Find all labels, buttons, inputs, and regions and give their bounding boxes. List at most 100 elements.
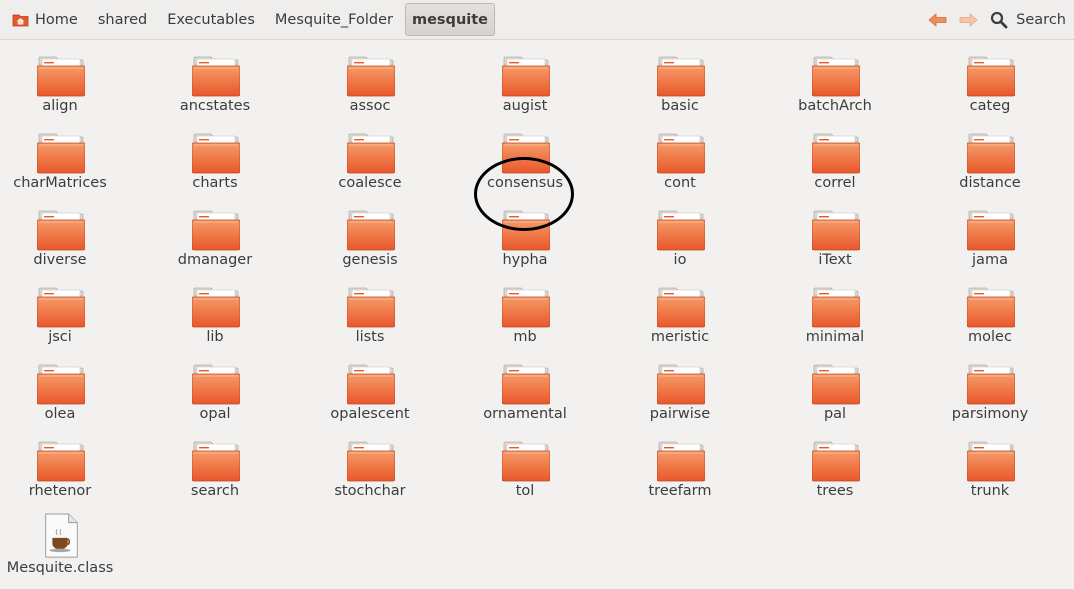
folder-item[interactable]: trees xyxy=(770,426,900,502)
folder-item[interactable]: rhetenor xyxy=(0,426,125,502)
folder-icon xyxy=(192,56,240,97)
folder-item[interactable]: batchArch xyxy=(770,41,900,117)
folder-item[interactable]: iText xyxy=(770,195,900,271)
folder-item[interactable]: hypha xyxy=(460,195,590,271)
folder-item[interactable]: pairwise xyxy=(615,349,745,425)
folder-icon xyxy=(502,364,550,405)
file-item[interactable]: Mesquite.class xyxy=(0,503,125,579)
folder-icon xyxy=(192,441,240,482)
item-label: meristic xyxy=(650,329,710,345)
item-label: ancstates xyxy=(179,98,251,114)
folder-icon xyxy=(502,210,550,251)
breadcrumb-mesquite[interactable]: mesquite xyxy=(404,3,495,36)
folder-item[interactable]: align xyxy=(0,41,125,117)
folder-item[interactable]: pal xyxy=(770,349,900,425)
folder-item[interactable]: search xyxy=(150,426,280,502)
item-label: opalescent xyxy=(330,406,410,422)
folder-item[interactable]: genesis xyxy=(305,195,435,271)
folder-item[interactable]: mb xyxy=(460,272,590,348)
item-label: jama xyxy=(972,252,1008,268)
folder-icon xyxy=(812,56,860,97)
folder-icon xyxy=(37,287,85,328)
folder-item[interactable]: coalesce xyxy=(305,118,435,194)
folder-item[interactable]: opal xyxy=(150,349,280,425)
breadcrumb-mesquite-folder[interactable]: Mesquite_Folder xyxy=(265,3,403,36)
forward-button[interactable] xyxy=(956,8,980,32)
folder-icon xyxy=(657,56,705,97)
item-label: charts xyxy=(192,175,238,191)
item-label: assoc xyxy=(349,98,391,114)
item-label: genesis xyxy=(342,252,398,268)
breadcrumb-executables[interactable]: Executables xyxy=(157,3,265,36)
folder-icon xyxy=(502,441,550,482)
folder-item[interactable]: charts xyxy=(150,118,280,194)
folder-item[interactable]: lib xyxy=(150,272,280,348)
folder-item[interactable]: molec xyxy=(925,272,1055,348)
breadcrumb-shared[interactable]: shared xyxy=(88,3,157,36)
folder-item[interactable]: charMatrices xyxy=(0,118,125,194)
folder-item[interactable]: jama xyxy=(925,195,1055,271)
folder-item[interactable]: lists xyxy=(305,272,435,348)
folder-item[interactable]: trunk xyxy=(925,426,1055,502)
folder-icon xyxy=(967,210,1015,251)
item-label: lists xyxy=(355,329,385,345)
folder-item[interactable]: stochchar xyxy=(305,426,435,502)
breadcrumb-label: Home xyxy=(35,11,78,28)
folder-item[interactable]: jsci xyxy=(0,272,125,348)
item-label: diverse xyxy=(33,252,87,268)
item-label: distance xyxy=(959,175,1021,191)
folder-item[interactable]: dmanager xyxy=(150,195,280,271)
folder-item[interactable]: augist xyxy=(460,41,590,117)
folder-icon xyxy=(812,441,860,482)
folder-item[interactable]: meristic xyxy=(615,272,745,348)
item-label: dmanager xyxy=(177,252,253,268)
item-label: pairwise xyxy=(649,406,711,422)
folder-icon xyxy=(967,287,1015,328)
back-arrow-icon xyxy=(928,12,947,27)
item-label: Mesquite.class xyxy=(6,560,114,576)
item-label: molec xyxy=(968,329,1012,345)
breadcrumb-label: Executables xyxy=(167,11,255,28)
folder-item[interactable]: distance xyxy=(925,118,1055,194)
item-label: opal xyxy=(199,406,231,422)
breadcrumb-home[interactable]: Home xyxy=(8,3,88,36)
folder-item[interactable]: olea xyxy=(0,349,125,425)
folder-icon xyxy=(657,364,705,405)
folder-item[interactable]: treefarm xyxy=(615,426,745,502)
folder-item[interactable]: ornamental xyxy=(460,349,590,425)
folder-item[interactable]: categ xyxy=(925,41,1055,117)
folder-icon xyxy=(812,210,860,251)
search-icon xyxy=(991,11,1008,28)
search-button[interactable]: Search xyxy=(990,11,1066,29)
folder-icon xyxy=(37,364,85,405)
folder-item[interactable]: tol xyxy=(460,426,590,502)
folder-item[interactable]: opalescent xyxy=(305,349,435,425)
folder-item[interactable]: io xyxy=(615,195,745,271)
folder-item[interactable]: ancstates xyxy=(150,41,280,117)
item-label: cont xyxy=(664,175,696,191)
folder-item[interactable]: basic xyxy=(615,41,745,117)
item-label: parsimony xyxy=(951,406,1029,422)
folder-item[interactable]: consensus xyxy=(460,118,590,194)
back-button[interactable] xyxy=(926,8,950,32)
folder-item[interactable]: cont xyxy=(615,118,745,194)
item-label: treefarm xyxy=(648,483,712,499)
folder-item[interactable]: diverse xyxy=(0,195,125,271)
nav-controls: Search xyxy=(926,3,1066,36)
folder-icon xyxy=(37,210,85,251)
breadcrumb-label: shared xyxy=(97,11,148,28)
item-label: io xyxy=(673,252,687,268)
breadcrumb-label: Mesquite_Folder xyxy=(274,11,393,28)
folder-icon xyxy=(37,441,85,482)
folder-item[interactable]: minimal xyxy=(770,272,900,348)
folder-icon xyxy=(502,133,550,174)
item-label: jsci xyxy=(48,329,72,345)
folder-item[interactable]: parsimony xyxy=(925,349,1055,425)
breadcrumb: Home shared Executables Mesquite_Folder … xyxy=(8,3,495,36)
folder-item[interactable]: correl xyxy=(770,118,900,194)
folder-icon xyxy=(192,133,240,174)
item-label: minimal xyxy=(805,329,865,345)
folder-item[interactable]: assoc xyxy=(305,41,435,117)
folder-icon xyxy=(502,287,550,328)
folder-icon xyxy=(657,441,705,482)
